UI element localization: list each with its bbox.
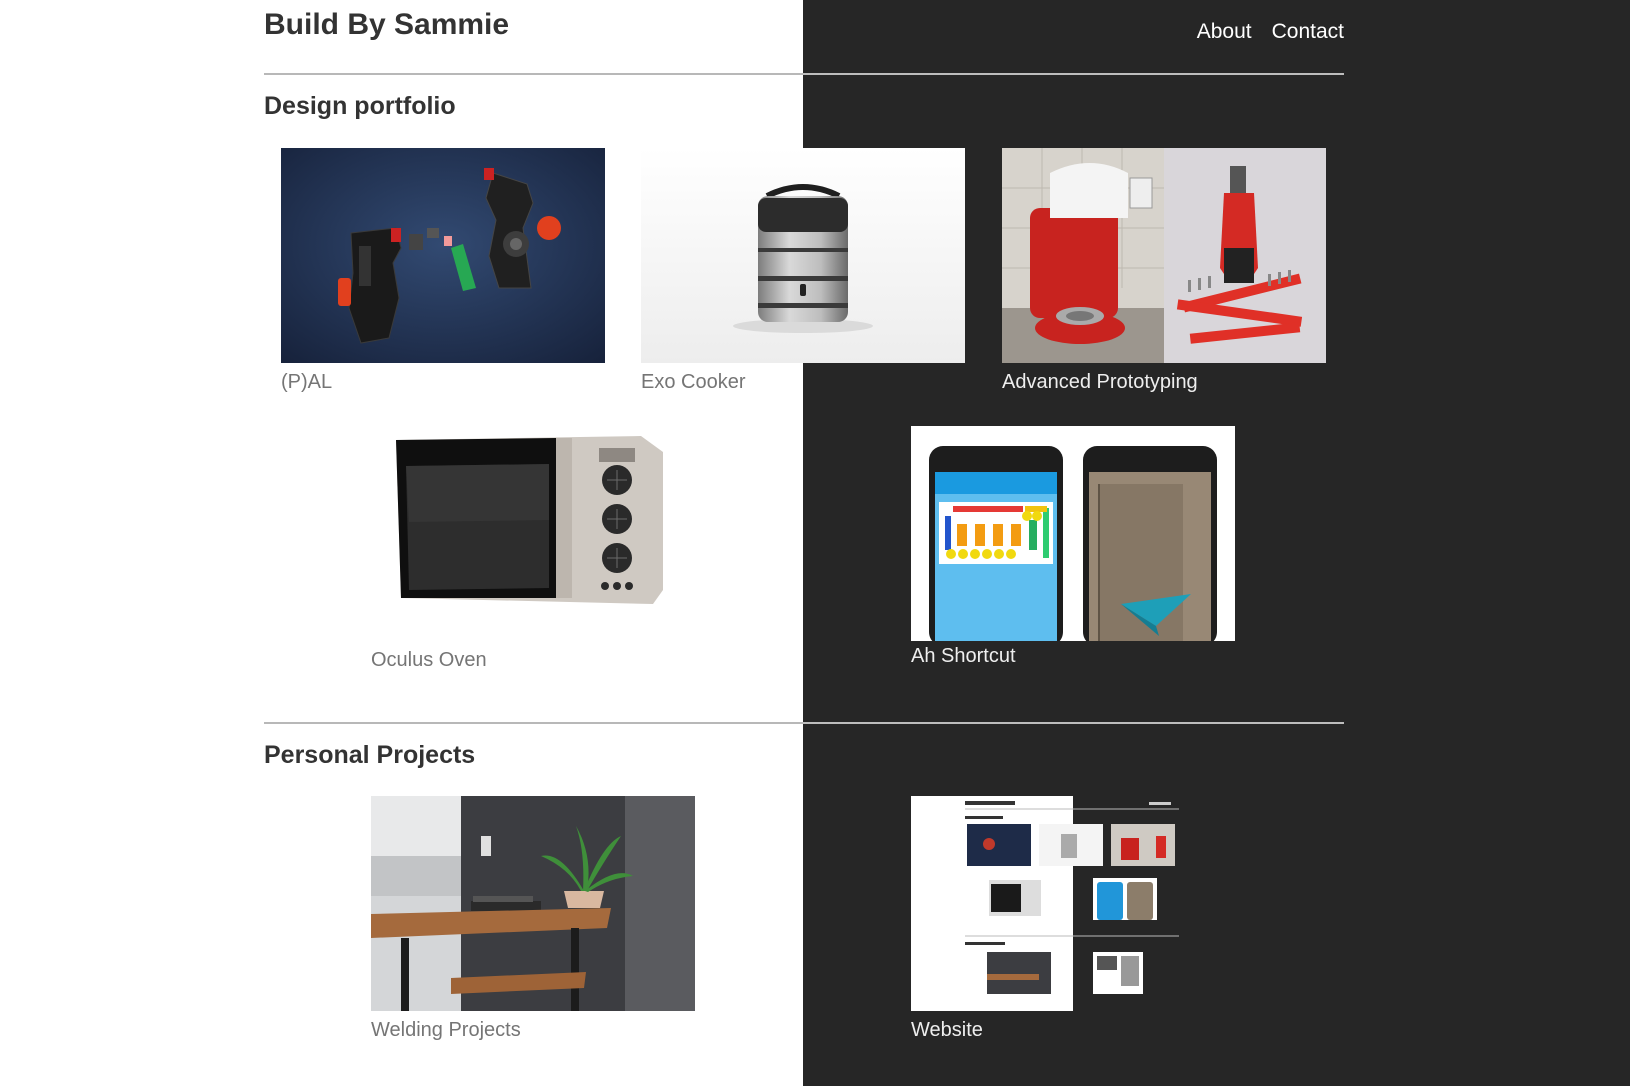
project-caption-advanced-prototyping[interactable]: Advanced Prototyping — [1002, 371, 1326, 394]
project-thumbnail-oculus-oven[interactable] — [371, 430, 695, 645]
section-title-personal-projects: Personal Projects — [264, 741, 476, 769]
project-card-website[interactable]: Website — [911, 796, 1235, 1042]
nav-link-contact[interactable]: Contact — [1272, 20, 1344, 44]
project-thumbnail-ah-shortcut[interactable] — [911, 426, 1235, 641]
project-caption-exo-cooker[interactable]: Exo Cooker — [641, 371, 965, 394]
project-card-welding-projects[interactable]: Welding Projects — [371, 796, 695, 1042]
project-thumbnail-welding-projects[interactable] — [371, 796, 695, 1011]
project-thumbnail-exo-cooker[interactable] — [641, 148, 965, 363]
project-card-ah-shortcut[interactable]: Ah Shortcut — [911, 426, 1235, 668]
project-card-exo-cooker[interactable]: Exo Cooker — [641, 148, 965, 394]
page: Build By Sammie About Contact Design por… — [0, 0, 1630, 1086]
project-card-oculus-oven[interactable]: Oculus Oven — [371, 430, 695, 672]
header-divider — [264, 73, 1344, 75]
project-caption-ah-shortcut[interactable]: Ah Shortcut — [911, 645, 1235, 668]
nav-link-about[interactable]: About — [1197, 20, 1252, 44]
project-thumbnail-pal[interactable] — [281, 148, 605, 363]
project-caption-pal[interactable]: (P)AL — [281, 371, 605, 394]
section-divider — [264, 722, 1344, 724]
section-title-design-portfolio: Design portfolio — [264, 92, 456, 120]
project-card-pal[interactable]: (P)AL — [281, 148, 605, 394]
site-title[interactable]: Build By Sammie — [264, 8, 509, 42]
project-caption-oculus-oven[interactable]: Oculus Oven — [371, 649, 695, 672]
main-nav: About Contact — [1197, 20, 1344, 44]
project-thumbnail-advanced-prototyping[interactable] — [1002, 148, 1326, 363]
project-caption-website[interactable]: Website — [911, 1019, 1235, 1042]
project-caption-welding-projects[interactable]: Welding Projects — [371, 1019, 695, 1042]
project-thumbnail-website[interactable] — [911, 796, 1235, 1011]
project-card-advanced-prototyping[interactable]: Advanced Prototyping — [1002, 148, 1326, 394]
